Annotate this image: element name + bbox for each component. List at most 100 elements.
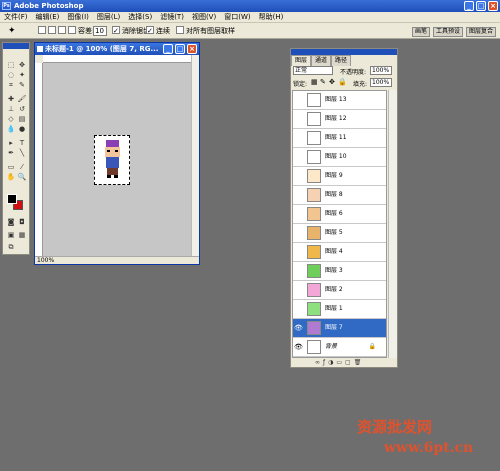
- visibility-toggle[interactable]: [294, 267, 302, 275]
- quick-mask-icon[interactable]: ◙: [6, 218, 16, 227]
- visibility-toggle[interactable]: [294, 191, 302, 199]
- visibility-toggle[interactable]: [294, 305, 302, 313]
- tab-paths[interactable]: 路径: [331, 55, 352, 66]
- path-select-tool-icon[interactable]: ▸: [6, 139, 16, 148]
- dodge-tool-icon[interactable]: ●: [17, 125, 27, 134]
- maximize-button[interactable]: □: [476, 1, 486, 11]
- history-brush-tool-icon[interactable]: ↺: [17, 105, 27, 114]
- layer-row[interactable]: 图层 13: [293, 91, 386, 110]
- well-tool-presets-tab[interactable]: 工具预设: [433, 27, 464, 37]
- lock-position-icon[interactable]: ✥: [329, 78, 335, 86]
- layers-scrollbar[interactable]: [388, 90, 397, 358]
- lock-image-icon[interactable]: ✎: [320, 78, 326, 86]
- hand-tool-icon[interactable]: ✋: [6, 173, 16, 182]
- layer-row[interactable]: 图层 6: [293, 205, 386, 224]
- lock-transparency-icon[interactable]: ▦: [311, 78, 318, 86]
- lock-all-icon[interactable]: 🔒: [338, 78, 347, 86]
- zoom-tool-icon[interactable]: 🔍: [17, 173, 27, 182]
- well-layer-comps-tab[interactable]: 图层复合: [466, 27, 497, 37]
- magic-wand-tool-icon[interactable]: ✦: [17, 71, 27, 80]
- eraser-tool-icon[interactable]: ◇: [6, 115, 16, 124]
- new-layer-icon[interactable]: ▢: [345, 359, 354, 366]
- link-layers-icon[interactable]: ∞: [315, 359, 323, 366]
- layer-row[interactable]: 图层 8: [293, 186, 386, 205]
- antialias-checkbox[interactable]: ✓: [112, 26, 120, 35]
- notes-tool-icon[interactable]: ▭: [6, 163, 16, 172]
- layer-row[interactable]: 图层 4: [293, 243, 386, 262]
- layer-row[interactable]: 图层 5: [293, 224, 386, 243]
- visibility-toggle[interactable]: [294, 96, 302, 104]
- sample-all-checkbox[interactable]: [176, 26, 184, 34]
- doc-minimize-button[interactable]: _: [163, 44, 173, 54]
- visibility-toggle[interactable]: [294, 134, 302, 142]
- horizontal-ruler[interactable]: [43, 55, 191, 63]
- gradient-tool-icon[interactable]: ▤: [17, 115, 27, 124]
- visibility-toggle[interactable]: [294, 229, 302, 237]
- tolerance-input[interactable]: 10: [93, 26, 107, 36]
- menu-layer[interactable]: 图层(L): [93, 12, 124, 23]
- shape-tool-icon[interactable]: ╲: [17, 149, 27, 158]
- blend-mode-select[interactable]: 正常: [293, 66, 333, 75]
- menu-file[interactable]: 文件(F): [0, 12, 32, 23]
- new-selection-icon[interactable]: [38, 26, 46, 34]
- vertical-ruler[interactable]: [35, 63, 43, 256]
- layer-row-selected[interactable]: 👁 图层 7: [293, 319, 386, 338]
- opacity-input[interactable]: 100%: [370, 66, 392, 75]
- menu-help[interactable]: 帮助(H): [255, 12, 288, 23]
- layer-row[interactable]: 图层 3: [293, 262, 386, 281]
- contiguous-checkbox[interactable]: ✓: [146, 26, 154, 35]
- lasso-tool-icon[interactable]: ◌: [6, 71, 16, 80]
- layer-row[interactable]: 图层 12: [293, 110, 386, 129]
- pen-tool-icon[interactable]: ✒: [6, 149, 16, 158]
- brush-tool-icon[interactable]: 🖌: [17, 95, 27, 104]
- jump-to-imageready-icon[interactable]: ⧉: [6, 243, 16, 252]
- layer-row[interactable]: 图层 1: [293, 300, 386, 319]
- visibility-toggle[interactable]: [294, 210, 302, 218]
- zoom-level[interactable]: 100%: [37, 257, 54, 264]
- screen-mode-icon[interactable]: ▣: [6, 231, 16, 240]
- doc-maximize-button[interactable]: □: [175, 44, 185, 54]
- menu-view[interactable]: 视图(V): [188, 12, 220, 23]
- marquee-tool-icon[interactable]: ⬚: [6, 61, 16, 70]
- layer-row[interactable]: 图层 11: [293, 129, 386, 148]
- minimize-button[interactable]: _: [464, 1, 474, 11]
- tab-layers[interactable]: 图层: [291, 55, 312, 66]
- magic-wand-icon[interactable]: ✦: [8, 26, 16, 36]
- menu-window[interactable]: 窗口(W): [220, 12, 254, 23]
- blur-tool-icon[interactable]: 💧: [6, 125, 16, 134]
- intersect-selection-icon[interactable]: [68, 26, 76, 34]
- stamp-tool-icon[interactable]: ⊥: [6, 105, 16, 114]
- visibility-toggle[interactable]: [294, 153, 302, 161]
- standard-mode-icon[interactable]: ◘: [17, 218, 27, 227]
- well-brushes-tab[interactable]: 画笔: [412, 27, 431, 37]
- layer-row[interactable]: 图层 9: [293, 167, 386, 186]
- fill-input[interactable]: 100%: [370, 78, 392, 87]
- crop-tool-icon[interactable]: ⌗: [6, 81, 16, 90]
- move-tool-icon[interactable]: ✥: [17, 61, 27, 70]
- menu-select[interactable]: 选择(S): [124, 12, 156, 23]
- menu-filter[interactable]: 滤镜(T): [156, 12, 188, 23]
- eye-icon[interactable]: 👁: [294, 343, 303, 351]
- layer-row[interactable]: 图层 10: [293, 148, 386, 167]
- document-titlebar[interactable]: 未标题-1 @ 100% (图层 7, RG... _ □ ×: [35, 43, 199, 55]
- tab-channels[interactable]: 通道: [311, 55, 332, 66]
- menu-image[interactable]: 图像(I): [63, 12, 93, 23]
- healing-tool-icon[interactable]: ✚: [6, 95, 16, 104]
- fullscreen-mode-icon[interactable]: ▦: [17, 231, 27, 240]
- layer-row[interactable]: 图层 2: [293, 281, 386, 300]
- character-image[interactable]: [94, 135, 130, 185]
- visibility-toggle[interactable]: [294, 172, 302, 180]
- delete-layer-icon[interactable]: 🗑: [354, 359, 365, 366]
- layer-row-background[interactable]: 👁 背景 🔒: [293, 338, 386, 357]
- foreground-color-swatch[interactable]: [7, 194, 17, 204]
- visibility-toggle[interactable]: [294, 115, 302, 123]
- eyedropper-tool-icon[interactable]: ⁄: [17, 163, 27, 172]
- new-group-icon[interactable]: ▭: [336, 359, 345, 366]
- doc-close-button[interactable]: ×: [187, 44, 197, 54]
- subtract-selection-icon[interactable]: [58, 26, 66, 34]
- close-button[interactable]: ×: [488, 1, 498, 11]
- toolbox-grip[interactable]: [3, 43, 29, 49]
- type-tool-icon[interactable]: T: [17, 139, 27, 148]
- visibility-toggle[interactable]: [294, 286, 302, 294]
- eye-icon[interactable]: 👁: [294, 324, 303, 332]
